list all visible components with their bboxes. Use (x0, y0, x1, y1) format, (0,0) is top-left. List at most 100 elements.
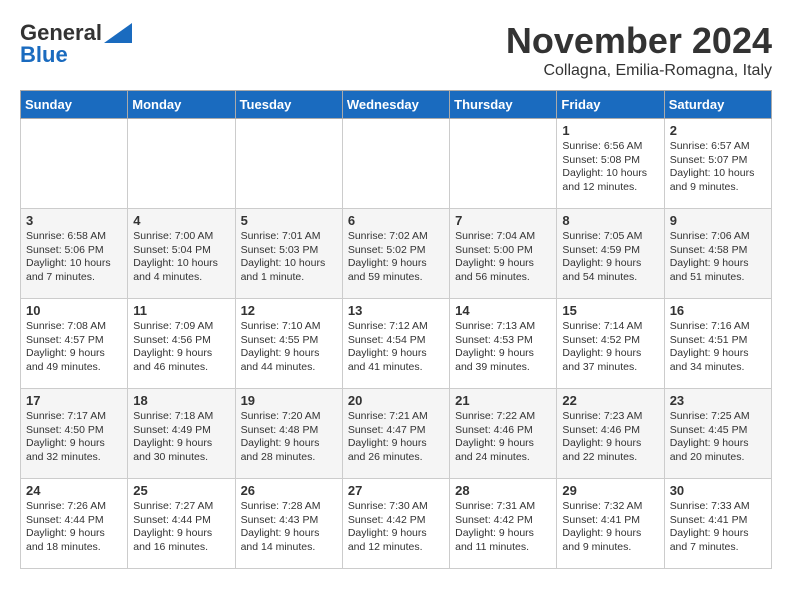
day-info: Sunrise: 7:18 AM (133, 410, 229, 424)
day-info: Daylight: 9 hours and 24 minutes. (455, 437, 551, 464)
calendar-cell: 29Sunrise: 7:32 AMSunset: 4:41 PMDayligh… (557, 479, 664, 569)
day-number: 30 (670, 483, 766, 498)
day-number: 7 (455, 213, 551, 228)
day-info: Sunset: 4:54 PM (348, 334, 444, 348)
day-info: Sunrise: 7:25 AM (670, 410, 766, 424)
calendar-cell: 16Sunrise: 7:16 AMSunset: 4:51 PMDayligh… (664, 299, 771, 389)
calendar-cell: 25Sunrise: 7:27 AMSunset: 4:44 PMDayligh… (128, 479, 235, 569)
day-number: 26 (241, 483, 337, 498)
day-info: Sunset: 4:50 PM (26, 424, 122, 438)
day-number: 2 (670, 123, 766, 138)
day-info: Sunrise: 7:06 AM (670, 230, 766, 244)
calendar-cell: 23Sunrise: 7:25 AMSunset: 4:45 PMDayligh… (664, 389, 771, 479)
day-info: Sunrise: 7:09 AM (133, 320, 229, 334)
day-info: Sunrise: 7:23 AM (562, 410, 658, 424)
day-info: Daylight: 9 hours and 32 minutes. (26, 437, 122, 464)
calendar-header-wednesday: Wednesday (342, 91, 449, 119)
day-info: Sunset: 4:55 PM (241, 334, 337, 348)
calendar-cell: 12Sunrise: 7:10 AMSunset: 4:55 PMDayligh… (235, 299, 342, 389)
calendar-cell: 21Sunrise: 7:22 AMSunset: 4:46 PMDayligh… (450, 389, 557, 479)
calendar-cell (235, 119, 342, 209)
day-info: Sunset: 4:49 PM (133, 424, 229, 438)
day-info: Sunrise: 7:00 AM (133, 230, 229, 244)
day-info: Sunset: 4:48 PM (241, 424, 337, 438)
day-number: 14 (455, 303, 551, 318)
day-info: Sunset: 4:44 PM (26, 514, 122, 528)
calendar-cell: 13Sunrise: 7:12 AMSunset: 4:54 PMDayligh… (342, 299, 449, 389)
day-number: 18 (133, 393, 229, 408)
day-info: Sunrise: 6:56 AM (562, 140, 658, 154)
day-number: 10 (26, 303, 122, 318)
calendar-cell: 8Sunrise: 7:05 AMSunset: 4:59 PMDaylight… (557, 209, 664, 299)
day-info: Sunset: 5:04 PM (133, 244, 229, 258)
calendar-cell (450, 119, 557, 209)
calendar-cell: 27Sunrise: 7:30 AMSunset: 4:42 PMDayligh… (342, 479, 449, 569)
day-info: Daylight: 9 hours and 54 minutes. (562, 257, 658, 284)
day-number: 6 (348, 213, 444, 228)
calendar-cell: 7Sunrise: 7:04 AMSunset: 5:00 PMDaylight… (450, 209, 557, 299)
calendar-cell: 24 Sunrise: 7:26 AMSunset: 4:44 PMDayligh… (21, 479, 128, 569)
day-info: Daylight: 9 hours and 18 minutes. (26, 527, 122, 554)
day-info: Daylight: 10 hours and 9 minutes. (670, 167, 766, 194)
day-info: Daylight: 9 hours and 39 minutes. (455, 347, 551, 374)
calendar-table: SundayMondayTuesdayWednesdayThursdayFrid… (20, 90, 772, 569)
calendar-cell: 10Sunrise: 7:08 AMSunset: 4:57 PMDayligh… (21, 299, 128, 389)
page-header: General Blue November 2024 Collagna, Emi… (20, 20, 772, 80)
day-number: 1 (562, 123, 658, 138)
day-info: Sunrise: 7:28 AM (241, 500, 337, 514)
day-info: Daylight: 9 hours and 9 minutes. (562, 527, 658, 554)
day-info: Daylight: 9 hours and 30 minutes. (133, 437, 229, 464)
day-number: 27 (348, 483, 444, 498)
day-info: Sunrise: 7:17 AM (26, 410, 122, 424)
day-info: Daylight: 9 hours and 12 minutes. (348, 527, 444, 554)
day-info: Sunrise: 7:10 AM (241, 320, 337, 334)
day-info: Sunrise: 7:26 AM (26, 500, 122, 514)
day-info: Sunrise: 7:13 AM (455, 320, 551, 334)
day-number: 23 (670, 393, 766, 408)
day-info: Daylight: 9 hours and 11 minutes. (455, 527, 551, 554)
day-info: Sunset: 4:51 PM (670, 334, 766, 348)
day-info: Sunrise: 7:33 AM (670, 500, 766, 514)
calendar-header-monday: Monday (128, 91, 235, 119)
calendar-cell: 26Sunrise: 7:28 AMSunset: 4:43 PMDayligh… (235, 479, 342, 569)
day-info: Daylight: 10 hours and 1 minute. (241, 257, 337, 284)
month-title: November 2024 (506, 20, 772, 62)
day-info: Sunset: 4:47 PM (348, 424, 444, 438)
calendar-cell: 18 Sunrise: 7:18 AMSunset: 4:49 PMDayligh… (128, 389, 235, 479)
calendar-cell (128, 119, 235, 209)
day-number: 4 (133, 213, 229, 228)
calendar-week-row: 17Sunrise: 7:17 AMSunset: 4:50 PMDayligh… (21, 389, 772, 479)
day-number: 11 (133, 303, 229, 318)
calendar-cell: 4Sunrise: 7:00 AMSunset: 5:04 PMDaylight… (128, 209, 235, 299)
day-info: Daylight: 9 hours and 22 minutes. (562, 437, 658, 464)
calendar-cell: 17 Sunrise: 7:17 AMSunset: 4:50 PMDayligh… (21, 389, 128, 479)
day-info: Sunset: 5:06 PM (26, 244, 122, 258)
day-info: Sunrise: 7:21 AM (348, 410, 444, 424)
day-info: Sunset: 4:43 PM (241, 514, 337, 528)
day-info: Daylight: 9 hours and 7 minutes. (670, 527, 766, 554)
day-number: 17 (26, 393, 122, 408)
day-info: Sunrise: 6:57 AM (670, 140, 766, 154)
calendar-cell: 28Sunrise: 7:31 AMSunset: 4:42 PMDayligh… (450, 479, 557, 569)
calendar-cell: 11Sunrise: 7:09 AMSunset: 4:56 PMDayligh… (128, 299, 235, 389)
day-number: 20 (348, 393, 444, 408)
calendar-header-saturday: Saturday (664, 91, 771, 119)
day-info: Daylight: 9 hours and 59 minutes. (348, 257, 444, 284)
day-info: Sunrise: 7:08 AM (26, 320, 122, 334)
day-number: 5 (241, 213, 337, 228)
day-info: Daylight: 9 hours and 46 minutes. (133, 347, 229, 374)
day-info: Sunrise: 7:16 AM (670, 320, 766, 334)
calendar-header-row: SundayMondayTuesdayWednesdayThursdayFrid… (21, 91, 772, 119)
day-info: Sunrise: 7:01 AM (241, 230, 337, 244)
day-number: 28 (455, 483, 551, 498)
calendar-cell: 15Sunrise: 7:14 AMSunset: 4:52 PMDayligh… (557, 299, 664, 389)
day-number: 29 (562, 483, 658, 498)
day-number: 22 (562, 393, 658, 408)
day-number: 15 (562, 303, 658, 318)
day-number: 25 (133, 483, 229, 498)
location-title: Collagna, Emilia-Romagna, Italy (506, 62, 772, 80)
day-info: Sunrise: 7:02 AM (348, 230, 444, 244)
day-info: Sunrise: 7:04 AM (455, 230, 551, 244)
day-info: Daylight: 9 hours and 37 minutes. (562, 347, 658, 374)
day-number: 24 (26, 483, 122, 498)
